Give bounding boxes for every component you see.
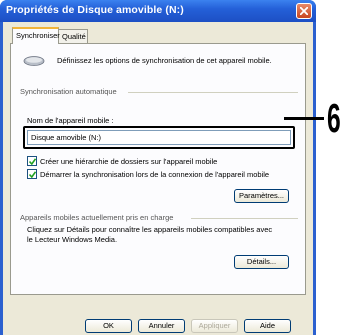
- removable-drive-icon: [23, 56, 45, 66]
- title-bar[interactable]: Propriétés de Disque amovible (N:): [0, 0, 316, 22]
- supported-text-line2: le Lecteur Windows Media.: [27, 235, 118, 244]
- group-divider: [128, 92, 298, 93]
- supported-text-line1: Cliquez sur Détails pour connaître les a…: [27, 225, 273, 234]
- details-button[interactable]: Détails...: [234, 255, 289, 269]
- tab-label: Qualité: [62, 32, 86, 41]
- apply-button-label: Appliquer: [198, 321, 231, 330]
- sync-group-title: Synchronisation automatique: [20, 87, 117, 96]
- callout-number: 6: [327, 95, 341, 141]
- properties-dialog: Propriétés de Disque amovible (N:) Synch…: [0, 0, 316, 335]
- intro-text: Définissez les options de synchronisatio…: [57, 56, 272, 65]
- help-button[interactable]: Aide: [244, 319, 291, 333]
- ok-button-label: OK: [103, 321, 114, 330]
- dialog-client-area: Synchroniser Qualité Définissez les opti…: [3, 22, 313, 335]
- settings-button[interactable]: Paramètres...: [234, 189, 289, 203]
- settings-button-label: Paramètres...: [238, 191, 284, 200]
- checkmark-icon: [29, 158, 36, 165]
- tab-panel: Définissez les options de synchronisatio…: [10, 43, 306, 295]
- details-button-label: Détails...: [246, 257, 277, 266]
- supported-group-title: Appareils mobiles actuellement pris en c…: [20, 213, 174, 222]
- checkmark-icon: [29, 171, 36, 178]
- help-button-label: Aide: [259, 321, 275, 330]
- create-folders-label: Créer une hiérarchie de dossiers sur l'a…: [40, 157, 218, 166]
- device-name-label: Nom de l'appareil mobile :: [27, 116, 114, 125]
- highlight-box: [23, 126, 295, 149]
- group-divider: [191, 218, 298, 219]
- tab-qualite[interactable]: Qualité: [58, 29, 88, 43]
- start-sync-label: Démarrer la synchronisation lors de la c…: [40, 170, 270, 179]
- window-title: Propriétés de Disque amovible (N:): [6, 4, 184, 16]
- close-button[interactable]: [296, 3, 312, 19]
- tab-synchroniser[interactable]: Synchroniser: [12, 27, 60, 44]
- create-folders-checkbox[interactable]: [27, 156, 37, 166]
- tab-label: Synchroniser: [16, 31, 60, 40]
- cancel-button[interactable]: Annuler: [138, 319, 185, 333]
- callout-pointer-line: [284, 117, 324, 120]
- apply-button[interactable]: Appliquer: [191, 319, 238, 333]
- start-sync-checkbox[interactable]: [27, 169, 37, 179]
- ok-button[interactable]: OK: [85, 319, 132, 333]
- cancel-button-label: Annuler: [148, 321, 175, 330]
- close-icon: [300, 7, 308, 15]
